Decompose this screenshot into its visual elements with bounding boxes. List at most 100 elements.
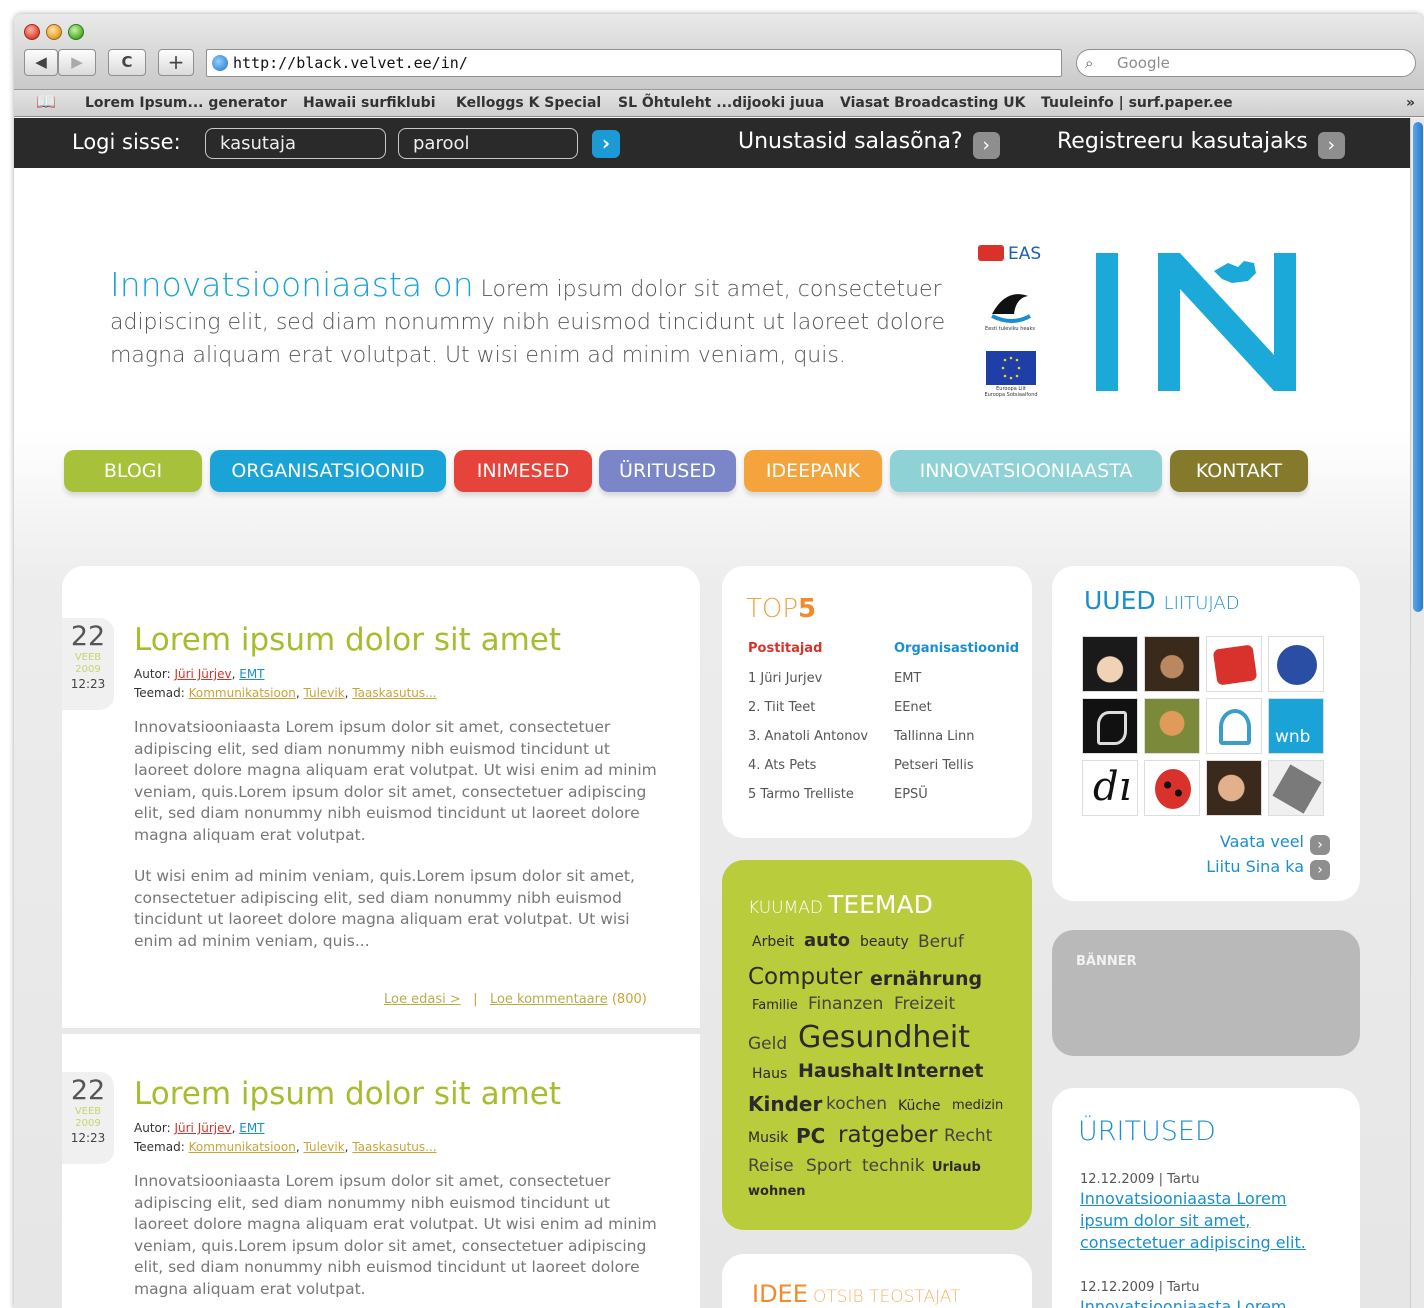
author-link[interactable]: Jüri Jürjev bbox=[174, 667, 231, 681]
forward-button[interactable]: ▶ bbox=[58, 49, 96, 76]
back-button[interactable]: ◀ bbox=[24, 49, 58, 76]
minimize-window-icon[interactable] bbox=[46, 24, 62, 40]
topic-tag[interactable]: ernährung bbox=[870, 968, 982, 990]
topic-link[interactable]: Taaskasutus... bbox=[352, 1140, 436, 1154]
bookmark-item[interactable]: Tuuleinfo | surf.paper.ee bbox=[1041, 95, 1233, 111]
search-field[interactable]: ⌕ Google bbox=[1076, 49, 1416, 77]
post-title[interactable]: Lorem ipsum dolor sit amet bbox=[134, 1076, 561, 1112]
topic-tag[interactable]: medizin bbox=[952, 1098, 1003, 1113]
user-avatar[interactable] bbox=[1082, 636, 1138, 692]
nav-tab-inimesed[interactable]: INIMESED bbox=[454, 450, 592, 492]
bookmark-item[interactable]: SL Õhtuleht ...dijooki juua bbox=[618, 95, 824, 111]
nav-tab-blogi[interactable]: BLOGI bbox=[64, 450, 202, 492]
close-window-icon[interactable] bbox=[24, 24, 40, 40]
poster-item[interactable]: 5 Tarmo Trelliste bbox=[748, 780, 868, 809]
add-bookmark-button[interactable]: + bbox=[158, 49, 194, 76]
user-avatar[interactable] bbox=[1206, 698, 1262, 754]
event-link[interactable]: Innovatsiooniaasta Lorem bbox=[1080, 1296, 1320, 1308]
topic-link[interactable]: Tulevik bbox=[303, 1140, 344, 1154]
bookmark-item[interactable]: Hawaii surfiklubi bbox=[303, 95, 436, 111]
comments-link[interactable]: Loe kommentaare bbox=[490, 992, 608, 1007]
user-avatar[interactable] bbox=[1144, 636, 1200, 692]
topic-link[interactable]: Kommunikatsioon bbox=[189, 1140, 296, 1154]
bookmark-item[interactable]: Kelloggs K Special bbox=[456, 95, 601, 111]
user-avatar[interactable] bbox=[1268, 760, 1324, 816]
scrollbar-thumb[interactable] bbox=[1413, 122, 1423, 612]
login-submit-button[interactable]: › bbox=[592, 130, 620, 158]
register-link[interactable]: Registreeru kasutajaks › bbox=[1057, 129, 1345, 159]
nav-tab-innovatsiooniaasta[interactable]: INNOVATSIOONIAASTA bbox=[890, 450, 1162, 492]
topic-tag[interactable]: auto bbox=[804, 930, 850, 951]
user-avatar[interactable] bbox=[1144, 698, 1200, 754]
user-avatar[interactable] bbox=[1206, 760, 1262, 816]
see-more-link[interactable]: Vaata veel › bbox=[1220, 832, 1330, 855]
org-item[interactable]: Tallinna Linn bbox=[894, 722, 1019, 751]
author-org-link[interactable]: EMT bbox=[239, 1121, 264, 1135]
vertical-scrollbar[interactable] bbox=[1410, 118, 1424, 1308]
nav-tab-kontakt[interactable]: KONTAKT bbox=[1170, 450, 1308, 492]
topic-tag[interactable]: Beruf bbox=[918, 932, 964, 952]
author-org-link[interactable]: EMT bbox=[239, 667, 264, 681]
event-link[interactable]: Innovatsiooniaasta Lorem ipsum dolor sit… bbox=[1080, 1188, 1320, 1254]
book-icon[interactable]: 📖 bbox=[36, 92, 56, 111]
join-link[interactable]: Liitu Sina ka › bbox=[1206, 857, 1330, 880]
topic-tag[interactable]: Gesundheit bbox=[798, 1020, 970, 1055]
bookmarks-overflow-icon[interactable]: » bbox=[1406, 95, 1415, 111]
author-link[interactable]: Jüri Jürjev bbox=[174, 1121, 231, 1135]
topic-link[interactable]: Tulevik bbox=[303, 686, 344, 700]
event-date: 12.12.2009 | Tartu bbox=[1080, 1172, 1200, 1187]
topic-tag[interactable]: wohnen bbox=[748, 1184, 806, 1199]
topic-tag[interactable]: Finanzen bbox=[808, 994, 883, 1014]
topic-tag[interactable]: technik bbox=[862, 1156, 925, 1176]
topic-tag[interactable]: PC bbox=[796, 1124, 825, 1148]
topic-tag[interactable]: ratgeber bbox=[838, 1122, 938, 1148]
user-avatar[interactable] bbox=[1206, 636, 1262, 692]
nav-tab-uritused[interactable]: ÜRITUSED bbox=[599, 450, 736, 492]
address-bar[interactable]: http://black.velvet.ee/in/ bbox=[206, 49, 1062, 77]
topic-tag[interactable]: Haus bbox=[752, 1066, 787, 1082]
topic-tag[interactable]: beauty bbox=[860, 934, 909, 950]
maximize-window-icon[interactable] bbox=[68, 24, 84, 40]
forgot-password-link[interactable]: Unustasid salasõna? › bbox=[738, 129, 1000, 159]
nav-tab-ideepank[interactable]: IDEEPANK bbox=[744, 450, 882, 492]
poster-item[interactable]: 3. Anatoli Antonov bbox=[748, 722, 868, 751]
topic-tag[interactable]: Geld bbox=[748, 1034, 787, 1054]
reload-button[interactable]: C bbox=[108, 49, 146, 76]
user-avatar[interactable] bbox=[1082, 698, 1138, 754]
user-avatar[interactable]: dı bbox=[1082, 760, 1138, 816]
username-input[interactable]: kasutaja bbox=[205, 128, 386, 159]
user-avatar[interactable] bbox=[1144, 760, 1200, 816]
topic-tag[interactable]: Musik bbox=[748, 1130, 788, 1146]
bookmark-item[interactable]: Viasat Broadcasting UK bbox=[840, 95, 1026, 111]
poster-item[interactable]: 1 Jüri Jurjev bbox=[748, 664, 868, 693]
topic-link[interactable]: Taaskasutus... bbox=[352, 686, 436, 700]
password-input[interactable]: parool bbox=[398, 128, 578, 159]
org-item[interactable]: Petseri Tellis bbox=[894, 751, 1019, 780]
post-title[interactable]: Lorem ipsum dolor sit amet bbox=[134, 622, 561, 658]
topic-tag[interactable]: Kinder bbox=[748, 1092, 822, 1116]
org-item[interactable]: EPSÜ bbox=[894, 780, 1019, 809]
nav-tab-organisatsioonid[interactable]: ORGANISATSIOONID bbox=[210, 450, 446, 492]
user-avatar[interactable]: wnb bbox=[1268, 698, 1324, 754]
poster-item[interactable]: 4. Ats Pets bbox=[748, 751, 868, 780]
topic-tag[interactable]: Küche bbox=[898, 1098, 941, 1114]
read-more-link[interactable]: Loe edasi > bbox=[384, 992, 461, 1007]
topic-tag[interactable]: Haushalt bbox=[798, 1060, 894, 1082]
poster-item[interactable]: 2. Tiit Teet bbox=[748, 693, 868, 722]
topic-tag[interactable]: Computer bbox=[748, 964, 862, 990]
topic-link[interactable]: Kommunikatsioon bbox=[189, 686, 296, 700]
user-avatar[interactable] bbox=[1268, 636, 1324, 692]
topic-tag[interactable]: Familie bbox=[752, 998, 798, 1013]
topic-tag[interactable]: Arbeit bbox=[752, 934, 794, 950]
topic-tag[interactable]: kochen bbox=[826, 1094, 887, 1114]
topic-tag[interactable]: Sport bbox=[806, 1156, 852, 1176]
bookmark-item[interactable]: Lorem Ipsum... generator bbox=[85, 95, 287, 111]
topic-tag[interactable]: Internet bbox=[896, 1060, 983, 1082]
topic-tag[interactable]: Recht bbox=[944, 1126, 992, 1146]
topic-tag[interactable]: Urlaub bbox=[932, 1160, 981, 1175]
topic-tag[interactable]: Freizeit bbox=[894, 994, 955, 1014]
org-item[interactable]: EMT bbox=[894, 664, 1019, 693]
banner-ad[interactable]: BÄNNER bbox=[1052, 930, 1360, 1056]
org-item[interactable]: EEnet bbox=[894, 693, 1019, 722]
topic-tag[interactable]: Reise bbox=[748, 1156, 794, 1176]
